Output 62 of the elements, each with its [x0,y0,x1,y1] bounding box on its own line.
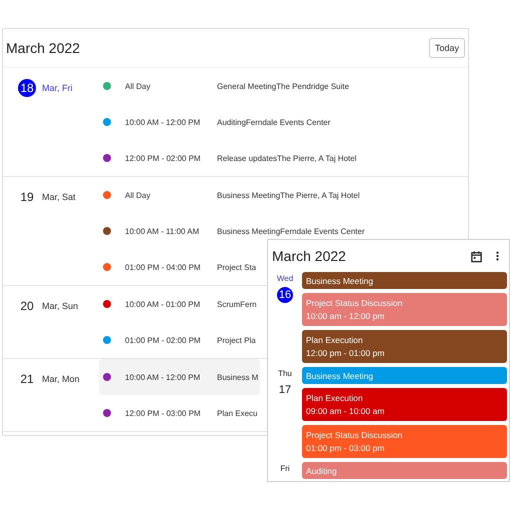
event-title: Plan Execution [306,335,364,345]
event-card[interactable]: Plan Execution 09:00 am - 10:00 am [302,388,507,421]
event-title: Plan Execu [217,408,258,418]
event-time: 12:00 PM - 02:00 PM [125,154,202,162]
date-number: 19 [19,189,35,206]
event-row[interactable]: 01:00 PM - 04:00 PM Project Sta [99,249,258,285]
month-title: March 2022 [272,248,347,264]
event-row[interactable]: 10:00 AM - 12:00 PM AuditingFerndale Events Center [99,104,332,140]
event-title: Project Sta [217,262,256,272]
date-label: Mar, Mon [42,374,80,384]
today-button[interactable]: Today [428,38,465,58]
event-title: Business M [217,372,258,382]
event-title: Business MeetingFerndale Events Center [217,226,365,236]
event-title: ScrumFern [217,300,257,308]
event-time: 01:00 PM - 02:00 PM [125,336,202,344]
date-number: 18 [18,79,36,97]
event-card[interactable]: Business Meeting [302,272,507,289]
weekday-label: Thu [278,369,292,378]
event-row[interactable]: All Day Business MeetingThe Pierre, A Taj Hotel [99,177,362,213]
date-number: 17 [278,383,292,398]
event-title: Plan Execution [306,393,364,403]
event-row[interactable]: 10:00 AM - 11:00 AM Business MeetingFerndale Events Center [99,213,367,249]
event-time: 12:00 PM - 03:00 PM [125,408,202,418]
event-time: 01:00 PM - 04:00 PM [125,262,202,272]
event-title: Project Status Discussion [306,298,404,308]
event-title: Business Meeting [306,370,374,380]
event-time: 09:00 am - 10:00 am [306,406,386,416]
date-label: Mar, Fri [42,83,72,93]
event-time: 10:00 AM - 11:00 AM [125,226,200,236]
event-time: 10:00 AM - 12:00 PM [125,372,202,382]
event-card[interactable]: Plan Execution 12:00 pm - 01:00 pm [302,330,507,363]
event-title: Auditing [306,466,338,476]
event-time: All Day [125,190,152,200]
event-row[interactable]: All Day General MeetingThe Pendridge Suite [99,68,352,104]
event-title: AuditingFerndale Events Center [217,118,330,126]
event-title: Project Status Discussion [306,430,404,440]
date-label: Mar, Sat [42,192,76,202]
event-row[interactable]: 01:00 PM - 02:00 PM Project Pla [99,322,258,358]
calendar-icon[interactable] [470,250,483,262]
event-row[interactable]: 12:00 PM - 02:00 PM Release updatesThe Pierre, A Taj Hotel [99,140,358,176]
event-time: 10:00 am - 12:00 pm [306,311,386,321]
event-title: Release updatesThe Pierre, A Taj Hotel [217,154,356,162]
event-time: 10:00 AM - 01:00 PM [125,300,202,308]
event-title: Business Meeting [306,276,374,286]
event-time: 12:00 pm - 01:00 pm [306,348,386,358]
event-time: 10:00 AM - 12:00 PM [125,118,202,126]
event-time: 01:00 pm - 03:00 pm [306,443,386,453]
event-title: Project Pla [217,336,256,344]
month-title: March 2022 [6,40,80,56]
more-icon[interactable] [495,250,500,262]
date-number: 16 [277,287,293,303]
weekday-label: Fri [280,464,290,473]
event-title: General MeetingThe Pendridge Suite [217,82,350,90]
date-label: Mar, Sun [42,301,78,311]
weekday-label: Wed [276,274,294,283]
event-row[interactable]: 12:00 PM - 03:00 PM Plan Execu [99,395,260,431]
date-number: 20 [19,298,35,315]
event-time: All Day [125,82,152,90]
event-row[interactable]: 10:00 AM - 12:00 PM Business M [99,359,260,395]
event-title: Business MeetingThe Pierre, A Taj Hotel [217,190,360,200]
event-row[interactable]: 10:00 AM - 01:00 PM ScrumFern [99,286,259,322]
date-number: 21 [19,371,35,388]
